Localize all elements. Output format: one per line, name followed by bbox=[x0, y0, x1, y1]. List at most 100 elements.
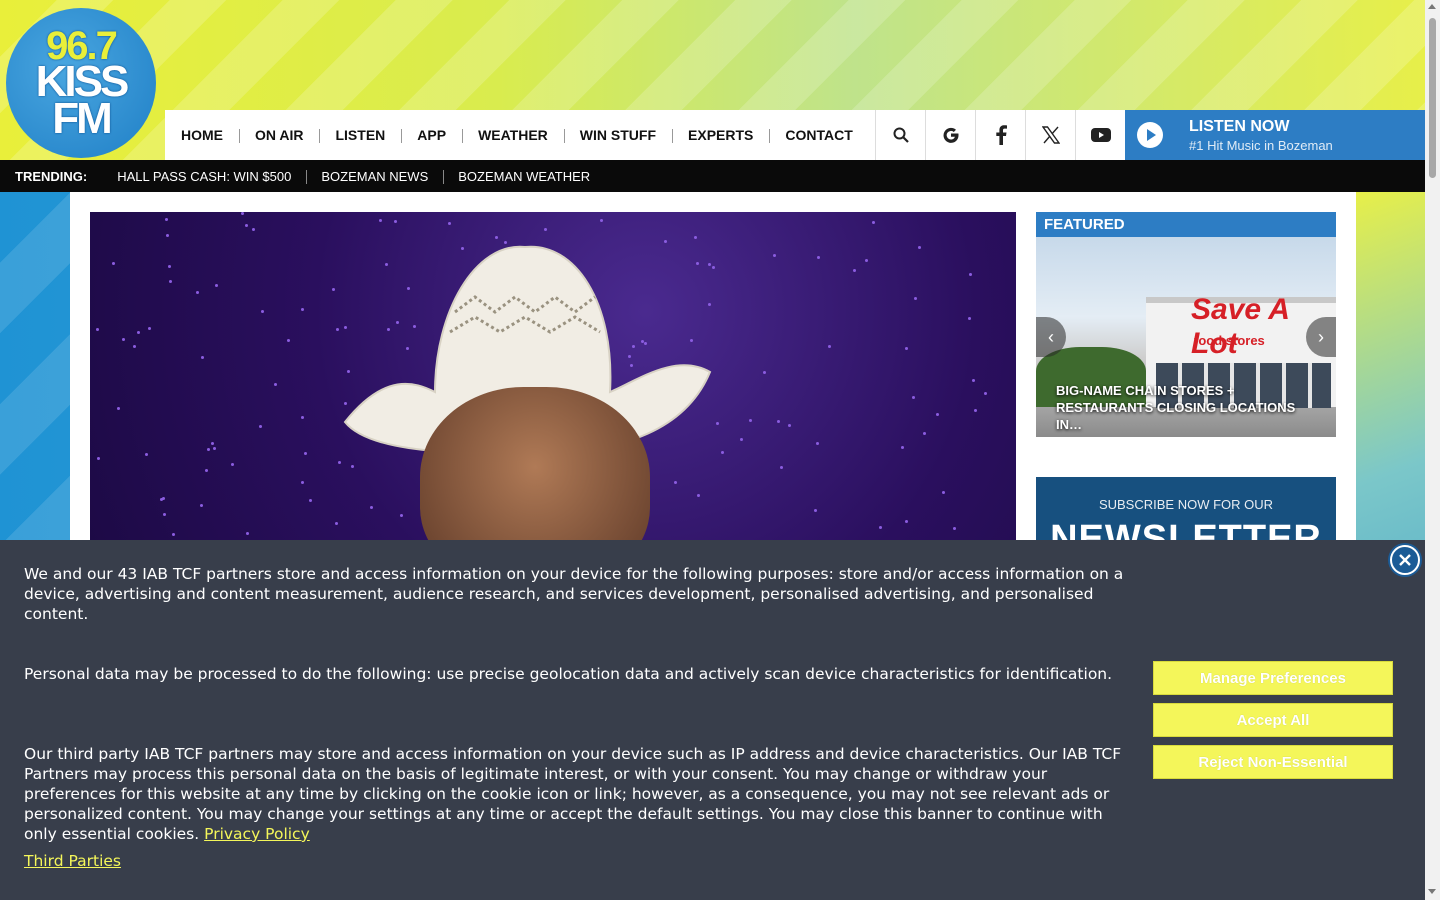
station-logo[interactable]: 96.7 KISS FM bbox=[6, 8, 156, 158]
featured-carousel-item[interactable]: Save A Lot food stores BIG-NAME CHAIN ST… bbox=[1036, 237, 1336, 437]
nav-item-experts[interactable]: EXPERTS bbox=[672, 127, 769, 143]
hero-sparkle bbox=[335, 522, 338, 525]
hero-sparkle bbox=[972, 379, 975, 382]
hero-sparkle bbox=[351, 465, 354, 468]
hero-sparkle bbox=[163, 513, 166, 516]
hero-sparkle bbox=[788, 424, 791, 427]
accept-all-button[interactable]: Accept All bbox=[1153, 703, 1393, 737]
hero-sparkle bbox=[274, 383, 277, 386]
page-scrollbar[interactable] bbox=[1425, 0, 1440, 900]
privacy-policy-link[interactable]: Privacy Policy bbox=[204, 825, 310, 843]
manage-preferences-button[interactable]: Manage Preferences bbox=[1153, 661, 1393, 695]
hero-sparkle bbox=[918, 246, 921, 249]
scroll-up-arrow-icon[interactable] bbox=[1428, 4, 1436, 9]
hero-sparkle bbox=[207, 448, 210, 451]
hero-sparkle bbox=[749, 419, 752, 422]
reject-non-essential-button[interactable]: Reject Non-Essential bbox=[1153, 745, 1393, 779]
nav-item-on-air[interactable]: ON AIR bbox=[239, 127, 319, 143]
hero-sparkle bbox=[901, 446, 904, 449]
hero-sparkle bbox=[716, 422, 719, 425]
search-icon[interactable] bbox=[875, 110, 925, 160]
hero-sparkle bbox=[245, 224, 248, 227]
hero-sparkle bbox=[196, 291, 199, 294]
hero-sparkle bbox=[162, 497, 165, 500]
listen-now-subtitle: #1 Hit Music in Bozeman bbox=[1189, 137, 1333, 153]
portrait-face bbox=[420, 387, 650, 542]
hero-sparkle bbox=[777, 420, 780, 423]
newsletter-subtitle: SUBSCRIBE NOW FOR OUR bbox=[1098, 497, 1274, 512]
featured-heading: FEATURED bbox=[1036, 212, 1336, 237]
hero-sparkle bbox=[252, 228, 255, 231]
nav-item-app[interactable]: APP bbox=[401, 127, 462, 143]
hero-sparkle bbox=[865, 259, 868, 262]
hero-sparkle bbox=[172, 533, 175, 536]
third-parties-link[interactable]: Third Parties bbox=[24, 852, 121, 870]
listen-now-title: LISTEN NOW bbox=[1189, 117, 1290, 135]
scrollbar-thumb[interactable] bbox=[1429, 18, 1436, 178]
nav-item-listen[interactable]: LISTEN bbox=[319, 127, 401, 143]
hero-sparkle bbox=[814, 509, 817, 512]
youtube-icon[interactable] bbox=[1075, 110, 1125, 160]
trending-item-bozeman-weather[interactable]: BOZEMAN WEATHER bbox=[443, 169, 605, 184]
listen-now-button[interactable]: LISTEN NOW #1 Hit Music in Bozeman bbox=[1125, 110, 1425, 160]
hero-sparkle bbox=[674, 481, 677, 484]
hero-sparkle bbox=[133, 345, 136, 348]
hero-sparkle bbox=[261, 310, 264, 313]
nav-item-win-stuff[interactable]: WIN STUFF bbox=[563, 127, 672, 143]
hero-sparkle bbox=[984, 392, 987, 395]
hero-sparkle bbox=[370, 506, 373, 509]
hero-sparkle bbox=[112, 262, 115, 265]
facebook-icon[interactable] bbox=[975, 110, 1025, 160]
hero-sparkle bbox=[817, 256, 820, 259]
hero-sparkle bbox=[211, 442, 214, 445]
hero-sparkle bbox=[816, 442, 819, 445]
hero-sparkle bbox=[338, 461, 341, 464]
hero-sparkle bbox=[200, 504, 203, 507]
hero-sparkle bbox=[246, 532, 249, 535]
hero-sparkle bbox=[137, 331, 140, 334]
hero-sparkle bbox=[400, 514, 403, 517]
hero-sparkle bbox=[923, 432, 926, 435]
hero-sparkle bbox=[201, 356, 204, 359]
hero-sparkle bbox=[942, 491, 945, 494]
hero-sparkle bbox=[879, 526, 882, 529]
scroll-down-arrow-icon[interactable] bbox=[1428, 889, 1436, 894]
sidebar: FEATURED Save A Lot food stores BIG-NAME… bbox=[1036, 212, 1336, 557]
article-hero-image[interactable] bbox=[90, 212, 1016, 542]
trending-bar: TRENDING: HALL PASS CASH: WIN $500 BOZEM… bbox=[0, 160, 1425, 192]
hero-sparkle bbox=[165, 218, 168, 221]
featured-caption[interactable]: BIG-NAME CHAIN STORES + RESTAURANTS CLOS… bbox=[1056, 382, 1316, 433]
trending-item-bozeman-news[interactable]: BOZEMAN NEWS bbox=[306, 169, 443, 184]
nav-item-weather[interactable]: WEATHER bbox=[462, 127, 564, 143]
hero-sparkle bbox=[304, 452, 307, 455]
cookie-text-third-party-body: Our third party IAB TCF partners may sto… bbox=[24, 745, 1122, 843]
hero-sparkle bbox=[122, 338, 125, 341]
hero-sparkle bbox=[97, 457, 100, 460]
cookie-text-third-party: Our third party IAB TCF partners may sto… bbox=[24, 744, 1129, 844]
trending-item-hall-pass[interactable]: HALL PASS CASH: WIN $500 bbox=[102, 169, 306, 184]
hero-sparkle bbox=[301, 481, 304, 484]
hero-sparkle bbox=[145, 453, 148, 456]
google-icon[interactable] bbox=[925, 110, 975, 160]
hero-sparkle bbox=[241, 212, 244, 215]
hero-sparkle bbox=[721, 451, 724, 454]
hero-sparkle bbox=[763, 371, 766, 374]
nav-item-contact[interactable]: CONTACT bbox=[769, 127, 868, 143]
x-twitter-icon[interactable] bbox=[1025, 110, 1075, 160]
cookie-text-personal-data: Personal data may be processed to do the… bbox=[24, 665, 1113, 683]
hero-sparkle bbox=[914, 297, 917, 300]
hero-sparkle bbox=[301, 308, 304, 311]
hero-sparkle bbox=[905, 520, 908, 523]
cookie-text-purposes: We and our 43 IAB TCF partners store and… bbox=[24, 565, 1124, 623]
hero-sparkle bbox=[780, 466, 783, 469]
hero-sparkle bbox=[168, 265, 171, 268]
hero-sparkle bbox=[231, 463, 234, 466]
hero-sparkle bbox=[205, 469, 208, 472]
hero-sparkle bbox=[117, 407, 120, 410]
hero-sparkle bbox=[259, 425, 262, 428]
nav-item-home[interactable]: HOME bbox=[165, 127, 239, 143]
listen-now-text: LISTEN NOW #1 Hit Music in Bozeman bbox=[1189, 118, 1333, 153]
close-icon[interactable] bbox=[1390, 545, 1420, 575]
hero-sparkle bbox=[148, 327, 151, 330]
hero-sparkle bbox=[969, 273, 972, 276]
